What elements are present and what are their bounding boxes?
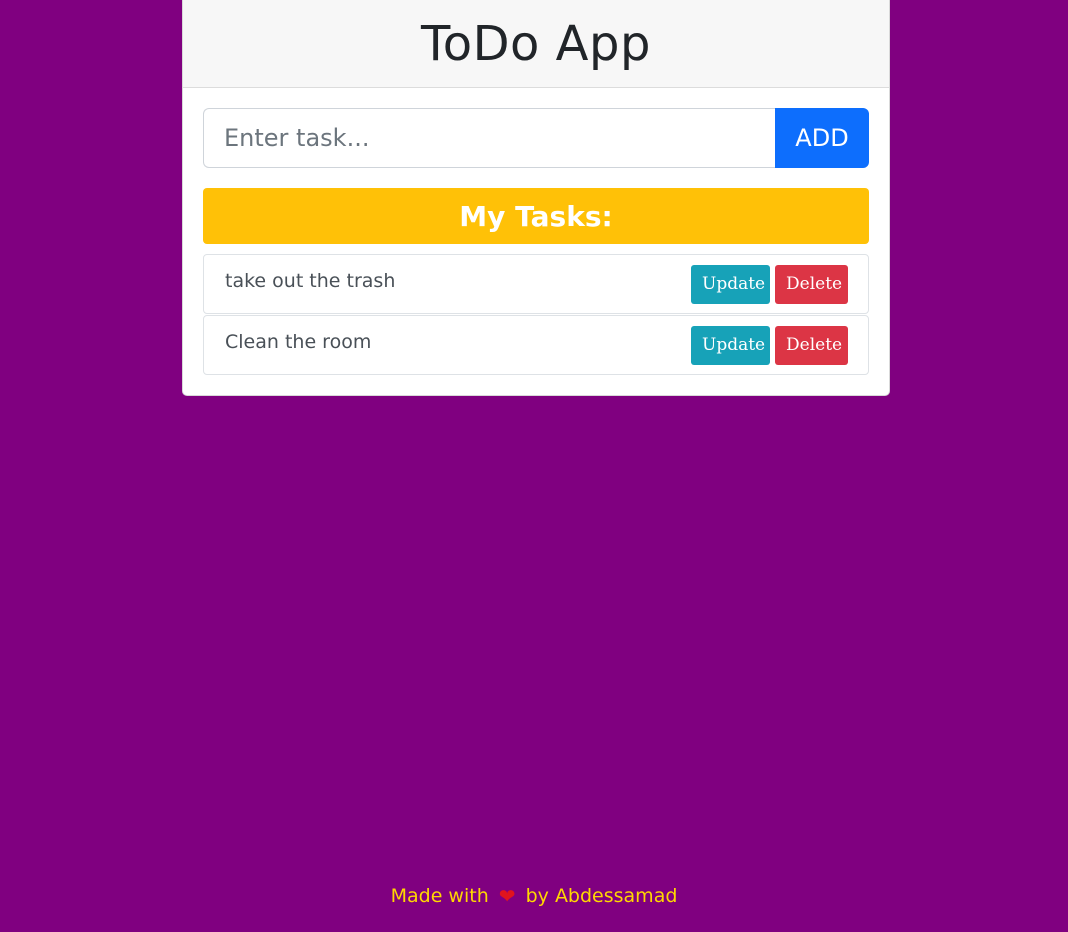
delete-button[interactable]: Delete	[775, 264, 848, 304]
card-header: ToDo App	[183, 0, 889, 88]
footer: Made with ❤ by Abdessamad	[0, 884, 1068, 908]
task-input-group: ADD	[203, 108, 869, 168]
delete-button[interactable]: Delete	[775, 325, 848, 365]
tasks-header: My Tasks:	[203, 188, 869, 244]
task-text: take out the trash	[225, 270, 396, 292]
task-list: take out the trash Update Delete Clean t…	[203, 254, 869, 375]
app-title: ToDo App	[421, 15, 651, 72]
task-text: Clean the room	[225, 331, 372, 353]
update-button[interactable]: Update	[691, 264, 770, 304]
task-item: take out the trash Update Delete	[203, 254, 869, 314]
task-item: Clean the room Update Delete	[203, 315, 869, 375]
card-body: ADD My Tasks: take out the trash Update …	[183, 88, 889, 396]
footer-author: by Abdessamad	[525, 885, 678, 907]
task-actions: Update Delete	[691, 264, 848, 304]
update-button[interactable]: Update	[691, 325, 770, 365]
add-button[interactable]: ADD	[775, 108, 869, 168]
footer-prefix: Made with	[390, 885, 489, 907]
heart-icon: ❤	[498, 884, 516, 908]
task-actions: Update Delete	[691, 325, 848, 365]
todo-card: ToDo App ADD My Tasks: take out the tras…	[182, 0, 890, 396]
task-input[interactable]	[203, 108, 775, 168]
